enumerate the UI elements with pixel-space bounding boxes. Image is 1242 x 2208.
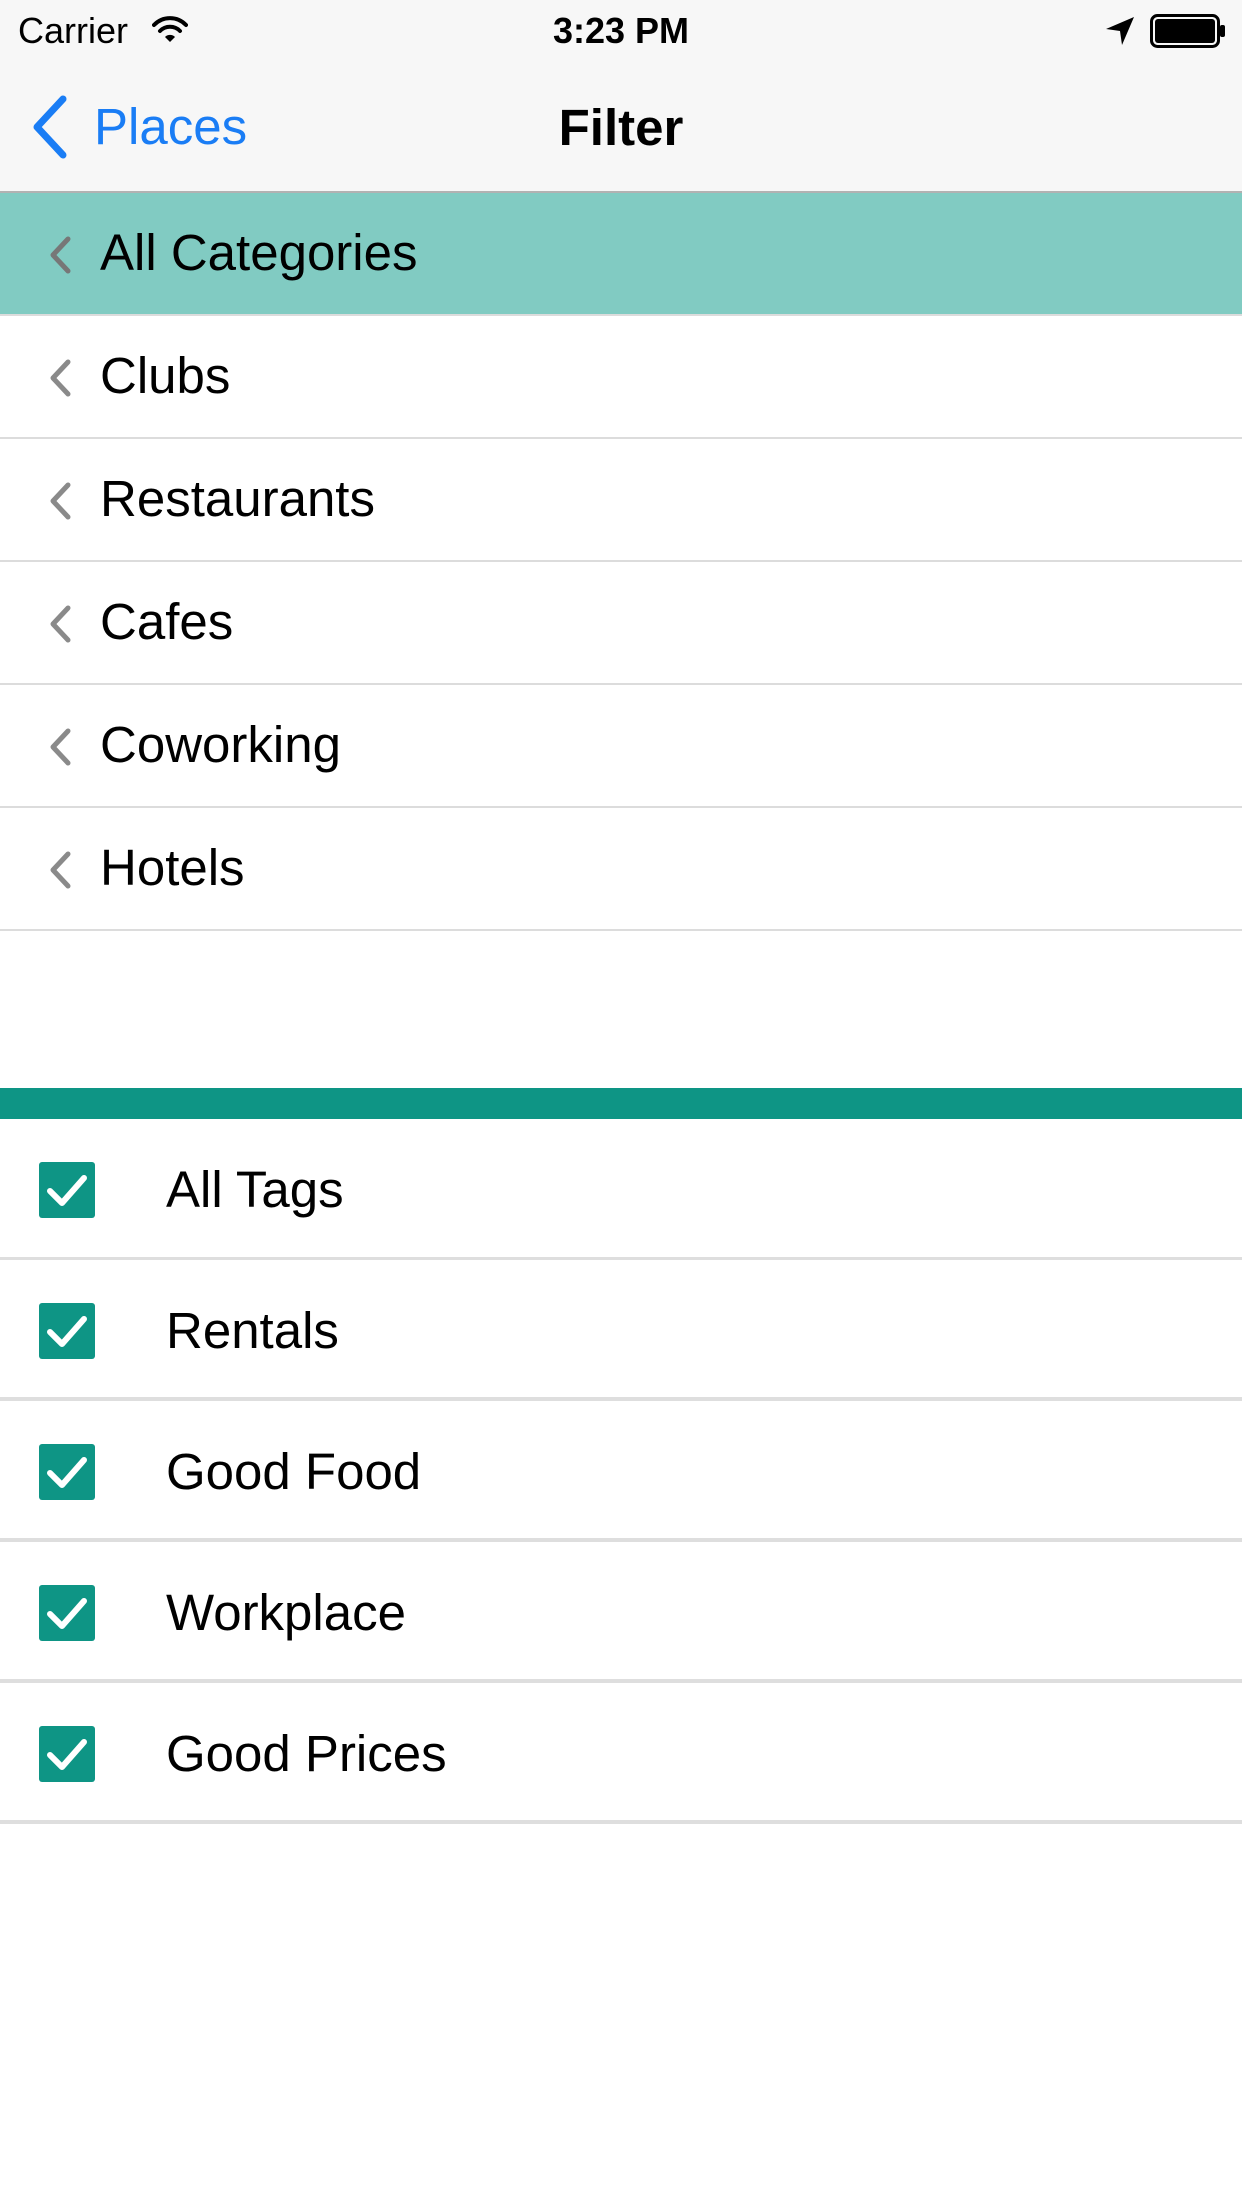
status-bar: Carrier 3:23 PM (0, 0, 1242, 62)
checkmark-icon (47, 1739, 87, 1770)
category-label: Clubs (100, 347, 231, 404)
page-title: Filter (558, 99, 684, 156)
tags-section-divider (0, 1088, 1242, 1119)
tag-checkbox[interactable] (39, 1162, 95, 1218)
category-label: Coworking (100, 716, 341, 773)
category-label: All Categories (100, 224, 418, 281)
tag-checkbox[interactable] (39, 1444, 95, 1500)
tag-checkbox[interactable] (39, 1726, 95, 1782)
tag-list: All Tags Rentals Good Food Workplace Goo… (0, 1119, 1242, 1824)
chevron-left-icon (50, 482, 71, 520)
category-row-hotels[interactable]: Hotels (0, 808, 1242, 931)
tag-row-all-tags[interactable]: All Tags (0, 1119, 1242, 1260)
location-arrow-icon (1106, 17, 1134, 45)
category-label: Cafes (100, 593, 234, 650)
tag-row-good-food[interactable]: Good Food (0, 1401, 1242, 1542)
category-label: Hotels (100, 839, 245, 896)
tag-label: Good Food (166, 1443, 422, 1500)
status-time: 3:23 PM (552, 10, 690, 51)
category-row-coworking[interactable]: Coworking (0, 685, 1242, 808)
category-list: All Categories Clubs Restaurants Cafes C… (0, 193, 1242, 931)
chevron-left-icon (50, 236, 71, 274)
battery-icon (1150, 14, 1225, 48)
tag-row-rentals[interactable]: Rentals (0, 1260, 1242, 1401)
checkmark-icon (47, 1598, 87, 1629)
category-row-restaurants[interactable]: Restaurants (0, 439, 1242, 562)
tag-label: Workplace (166, 1584, 406, 1641)
tag-row-workplace[interactable]: Workplace (0, 1542, 1242, 1683)
checkmark-icon (47, 1175, 87, 1206)
chevron-left-icon (50, 728, 71, 766)
category-label: Restaurants (100, 470, 375, 527)
tag-checkbox[interactable] (39, 1303, 95, 1359)
tag-label: All Tags (166, 1161, 344, 1218)
checkmark-icon (47, 1457, 87, 1488)
chevron-left-icon (50, 359, 71, 397)
checkmark-icon (47, 1316, 87, 1347)
chevron-left-icon (50, 605, 71, 643)
category-row-all-categories[interactable]: All Categories (0, 193, 1242, 316)
navigation-bar: Places Filter (0, 62, 1242, 193)
category-row-clubs[interactable]: Clubs (0, 316, 1242, 439)
tag-row-good-prices[interactable]: Good Prices (0, 1683, 1242, 1824)
chevron-left-icon (50, 851, 71, 889)
category-row-cafes[interactable]: Cafes (0, 562, 1242, 685)
tag-label: Good Prices (166, 1725, 447, 1782)
tag-checkbox[interactable] (39, 1585, 95, 1641)
tag-label: Rentals (166, 1302, 339, 1359)
